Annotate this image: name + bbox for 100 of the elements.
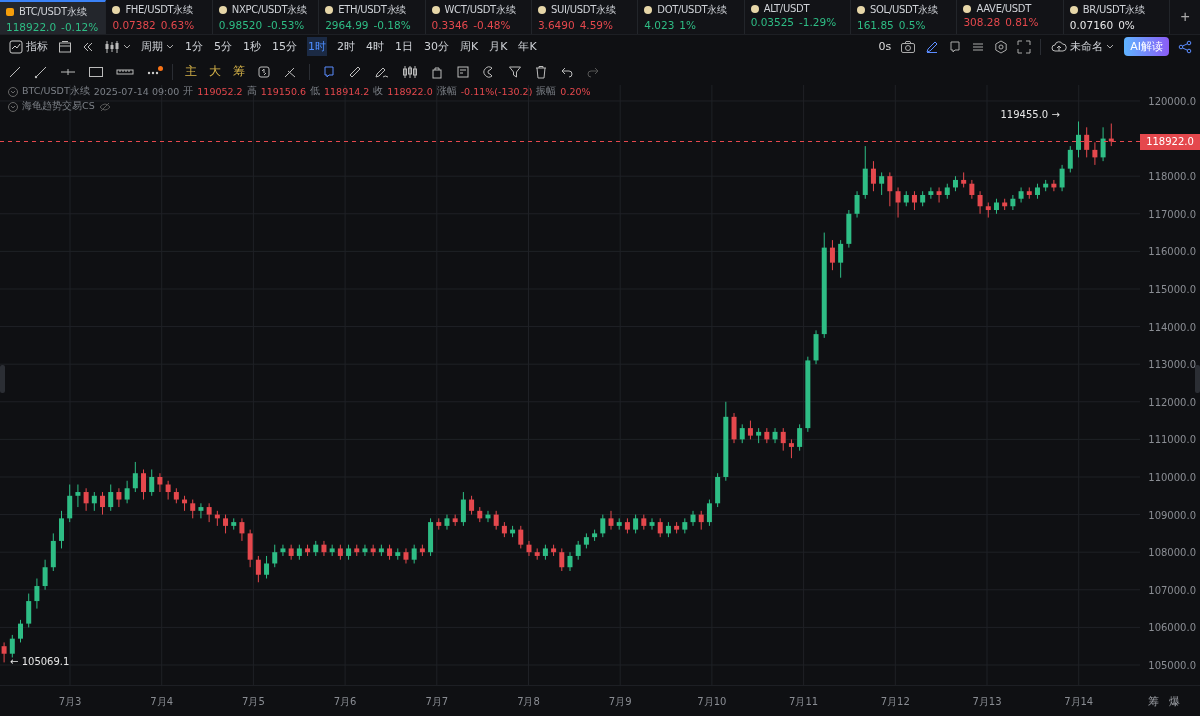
- interval-tab[interactable]: 1秒: [242, 37, 262, 57]
- candlestick: [116, 487, 122, 508]
- ticker-tab[interactable]: WCT/USDT永续 0.3346 -0.48%: [425, 0, 532, 35]
- interval-tab[interactable]: 周K: [459, 37, 480, 57]
- pencil-icon[interactable]: [925, 39, 940, 54]
- info-symbol: BTC/USDT永续: [22, 85, 90, 98]
- interval-tab[interactable]: 1时: [307, 37, 327, 57]
- ticker-tab[interactable]: ETH/USDT永续 2964.99 -0.18%: [319, 0, 426, 35]
- corner-toggle[interactable]: 筹: [1148, 693, 1159, 709]
- filter-icon[interactable]: [508, 64, 522, 79]
- candlestick: [124, 480, 130, 504]
- candlestick: [67, 484, 73, 523]
- candles-icon[interactable]: [402, 64, 418, 79]
- template-icon[interactable]: [58, 39, 72, 54]
- notification-dot: [158, 65, 163, 71]
- candlestick: [26, 593, 32, 628]
- ticker-tab[interactable]: BTC/USDT永续 118922.0 -0.12%: [0, 0, 107, 35]
- ticker-symbol: ETH/USDT永续: [338, 3, 406, 17]
- rectangle-tool-icon[interactable]: [88, 64, 104, 79]
- candlestick: [887, 171, 893, 207]
- time-axis-label: 7月10: [697, 696, 727, 707]
- ticker-symbol: ALT/USDT: [763, 3, 810, 14]
- indicator-toggle[interactable]: 主: [185, 63, 197, 81]
- ray-tool-icon[interactable]: [34, 64, 48, 79]
- price-axis-label: 118000.0: [1148, 171, 1196, 183]
- ticker-change: 0.63%: [160, 19, 195, 31]
- ticker-tab[interactable]: NXPC/USDT永续 0.98520 -0.53%: [212, 0, 320, 35]
- indicator-name: 海龟趋势交易CS: [22, 100, 95, 113]
- price-axis-label: 107000.0: [1148, 584, 1196, 596]
- eye-off-icon[interactable]: [98, 101, 111, 112]
- interval-tab[interactable]: 2时: [336, 37, 356, 57]
- ticker-tab[interactable]: SUI/USDT永续 3.6490 4.59%: [531, 0, 639, 35]
- candlestick: [838, 239, 844, 279]
- ticker-tab[interactable]: SOL/USDT永续 161.85 0.5%: [851, 0, 958, 35]
- coin-icon: [644, 6, 653, 14]
- time-axis-label: 7月4: [150, 696, 174, 707]
- ruler-icon[interactable]: [348, 64, 362, 79]
- fullscreen-icon[interactable]: [1017, 39, 1032, 54]
- interval-tab[interactable]: 30分: [423, 37, 450, 57]
- share-icon[interactable]: [1178, 39, 1192, 54]
- collapse-icon[interactable]: [8, 86, 18, 97]
- ticker-change: 0%: [1118, 19, 1135, 31]
- ticker-price: 118922.0: [6, 21, 57, 33]
- interval-tab[interactable]: 15分: [271, 37, 298, 57]
- candlestick: [223, 514, 229, 534]
- interval-tab[interactable]: 月K: [488, 37, 509, 57]
- interval-tab[interactable]: 4时: [365, 37, 385, 57]
- candlestick: [608, 510, 614, 531]
- trash-icon[interactable]: [534, 64, 548, 79]
- ticker-tab[interactable]: BR/USDT永续 0.07160 0%: [1063, 0, 1171, 35]
- caret-icon[interactable]: [123, 43, 131, 50]
- candlestick: [911, 190, 917, 211]
- candlestick: [1092, 141, 1098, 166]
- period-button[interactable]: 周期: [140, 37, 175, 57]
- candlestick: [1018, 186, 1024, 203]
- candlestick: [526, 540, 532, 557]
- interval-tab[interactable]: 年K: [517, 37, 538, 57]
- candlestick: [469, 495, 475, 516]
- candlestick: [600, 514, 606, 538]
- ticker-tab[interactable]: AAVE/USDT 308.28 0.81%: [957, 0, 1064, 35]
- indicator-toggle[interactable]: 筹: [233, 63, 245, 81]
- candlestick: [1010, 194, 1016, 211]
- candlestick: [108, 484, 114, 512]
- indicators-button[interactable]: 指标: [8, 37, 49, 57]
- chart-icon: [9, 39, 23, 54]
- price-axis-label: 108000.0: [1148, 547, 1196, 559]
- candlestick: [895, 186, 901, 219]
- info-value: 118922.0: [387, 86, 433, 97]
- candlestick: [157, 472, 163, 493]
- info-label: 高: [246, 85, 257, 98]
- line-tool-icon[interactable]: [8, 64, 22, 79]
- panel-handle[interactable]: [0, 365, 5, 393]
- time-axis-label: 7月12: [880, 696, 910, 707]
- candlestick: [854, 190, 860, 219]
- ticker-tab[interactable]: FHE/USDT永续 0.07382 0.63%: [106, 0, 213, 35]
- interval-tab[interactable]: 1分: [184, 37, 204, 57]
- candlestick-icon[interactable]: [104, 39, 120, 54]
- info-value: 119150.6: [260, 86, 306, 97]
- layout-dropdown[interactable]: 未命名: [1050, 37, 1116, 57]
- candlestick: [518, 525, 524, 549]
- interval-tab[interactable]: 1日: [394, 37, 414, 57]
- settings-icon[interactable]: [994, 39, 1009, 54]
- time-axis-label: 7月11: [789, 696, 819, 707]
- collapse-icon[interactable]: [8, 101, 18, 112]
- corner-toggle[interactable]: 爆: [1169, 693, 1180, 709]
- add-tab-button[interactable]: +: [1170, 0, 1200, 35]
- ticker-change: -0.18%: [373, 19, 411, 31]
- candlestick: [91, 491, 97, 512]
- candlestick: [706, 499, 712, 527]
- cloud-upload-icon: [1051, 40, 1068, 53]
- note-icon[interactable]: [456, 64, 470, 79]
- ticker-tab[interactable]: ALT/USDT 0.03525 -1.29%: [744, 0, 851, 35]
- time-axis-label: 7月7: [425, 696, 449, 707]
- interval-tab[interactable]: 5分: [213, 37, 233, 57]
- indicator-toggle[interactable]: 大: [209, 63, 221, 81]
- ticker-change: 1%: [679, 19, 696, 31]
- panel-handle[interactable]: [1195, 365, 1200, 393]
- camera-icon[interactable]: [900, 39, 917, 54]
- price-axis-label: 106000.0: [1148, 622, 1196, 634]
- ticker-tab[interactable]: DOT/USDT永续 4.023 1%: [638, 0, 745, 35]
